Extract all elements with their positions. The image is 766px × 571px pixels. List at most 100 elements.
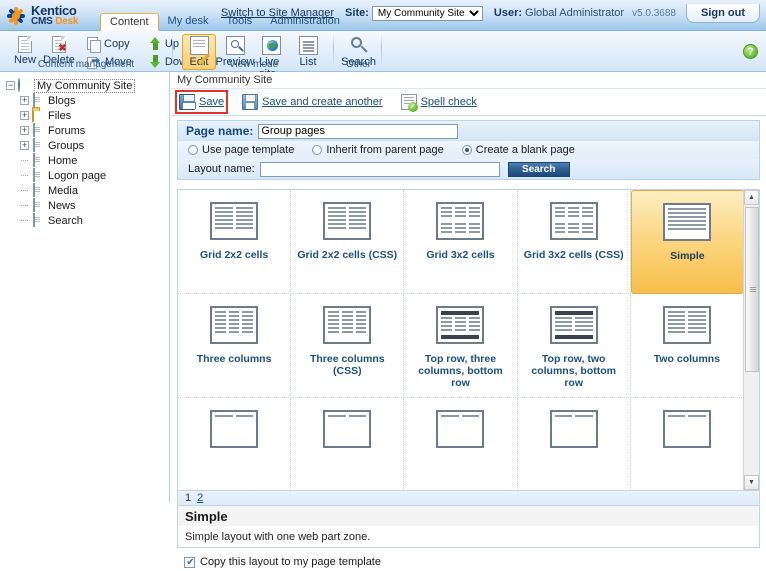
layout-search-button[interactable]: Search [508, 162, 570, 177]
ribbon-group-other: Search Other [336, 32, 381, 71]
save-and-create-another-label: Save and create another [262, 96, 382, 108]
layout-gallery: Grid 2x2 cells Grid 2x2 cells (CSS) [177, 189, 760, 491]
pager-page-2[interactable]: 2 [197, 492, 203, 504]
radio-label: Inherit from parent page [326, 144, 443, 156]
page-icon [32, 154, 45, 167]
tree-expand-toggle[interactable]: + [20, 111, 29, 120]
radio-use-page-template[interactable]: Use page template [188, 144, 294, 156]
ribbon-group-content-management: New ✖ Delete Copy Move Up [2, 32, 170, 71]
scroll-down-arrow-icon[interactable]: ▼ [744, 475, 759, 490]
header-right-area: Switch to Site Manager Site: My Communit… [221, 3, 766, 23]
live-site-icon [262, 36, 281, 55]
tab-my-desk[interactable]: My desk [159, 13, 218, 31]
save-and-create-another-button[interactable]: Save and create another [240, 92, 384, 112]
tree-expand-toggle[interactable]: + [20, 96, 29, 105]
tree-leaf-connector [20, 186, 29, 195]
layout-tile-three-columns[interactable]: Three columns [178, 294, 291, 398]
layout-thumbnail [210, 202, 258, 240]
ribbon-separator-1 [172, 34, 173, 68]
layout-name-input[interactable] [260, 162, 500, 177]
list-icon [299, 36, 318, 55]
layout-tile-label: Three columns (CSS) [292, 353, 402, 377]
sign-out-button[interactable]: Sign out [686, 4, 760, 23]
layout-name-label: Layout name: [188, 163, 255, 175]
layout-tile-label: Grid 2x2 cells [196, 249, 272, 261]
help-icon[interactable]: ? [743, 44, 758, 59]
site-select[interactable]: My Community Site [372, 6, 483, 21]
layout-tile-partial-3[interactable] [404, 398, 517, 490]
ribbon-toolbar: New ✖ Delete Copy Move Up [0, 31, 766, 72]
ribbon-separator-3 [381, 34, 382, 68]
tree-node-groups[interactable]: + Groups [4, 138, 169, 153]
page-icon [32, 169, 45, 182]
page-icon [32, 124, 45, 137]
layout-tile-simple[interactable]: Simple [631, 190, 744, 294]
body-area: − My Community Site + Blogs + Files + Fo… [0, 72, 766, 502]
tree-node-news[interactable]: News [4, 198, 169, 213]
kentico-star-icon [6, 6, 26, 26]
page-name-input[interactable] [258, 124, 458, 139]
tree-node-label: Groups [48, 140, 84, 152]
app-logo: Kentico CMS Desk [0, 0, 96, 31]
ribbon-group-view-mode: Edit Preview Live site List View mode [176, 32, 331, 71]
layout-thumbnail [550, 306, 598, 344]
tree-node-my-community-site[interactable]: − My Community Site [4, 78, 169, 93]
layout-tile-partial-5[interactable] [631, 398, 744, 490]
copy-layout-checkbox[interactable] [184, 557, 195, 568]
content-tree: − My Community Site + Blogs + Files + Fo… [0, 72, 169, 228]
page-icon [32, 94, 45, 107]
tab-content[interactable]: Content [100, 13, 159, 31]
switch-to-site-manager-link[interactable]: Switch to Site Manager [221, 7, 334, 19]
scrollbar-thumb[interactable] [745, 207, 759, 372]
tree-node-label: Files [48, 110, 71, 122]
layout-gallery-scrollbar[interactable]: ▲ ▼ [743, 190, 759, 490]
scroll-up-arrow-icon[interactable]: ▲ [744, 190, 759, 205]
tree-expand-toggle[interactable]: + [20, 126, 29, 135]
page-name-label: Page name: [186, 124, 253, 138]
copy-button[interactable]: Copy [82, 35, 137, 53]
globe-icon [18, 79, 31, 92]
spell-check-button[interactable]: Spell check [399, 92, 479, 112]
layout-tile-label: Top row, three columns, bottom row [405, 353, 515, 389]
layout-tile-grid-3x2-cells[interactable]: Grid 3x2 cells [404, 190, 517, 294]
layout-tile-top-row-three-columns-bottom-row[interactable]: Top row, three columns, bottom row [404, 294, 517, 398]
tree-node-media[interactable]: Media [4, 183, 169, 198]
tree-node-files[interactable]: + Files [4, 108, 169, 123]
delete-document-icon: ✖ [52, 36, 66, 53]
ribbon-group-title-view-mode: View mode [176, 59, 331, 70]
tree-leaf-connector [20, 171, 29, 180]
ribbon-group-title-other: Other [336, 59, 381, 70]
layout-tile-two-columns[interactable]: Two columns [631, 294, 744, 398]
layout-thumbnail-selected [663, 203, 711, 241]
ribbon-group-title-content-management: Content management [2, 59, 170, 70]
layout-thumbnail [550, 410, 598, 448]
layout-tile-three-columns-css[interactable]: Three columns (CSS) [291, 294, 404, 398]
layout-tile-grid-3x2-cells-css[interactable]: Grid 3x2 cells (CSS) [518, 190, 631, 294]
tree-node-search[interactable]: Search [4, 213, 169, 228]
radio-indicator-selected [462, 145, 472, 155]
layout-tile-partial-2[interactable] [291, 398, 404, 490]
tree-node-home[interactable]: Home [4, 153, 169, 168]
radio-create-a-blank-page[interactable]: Create a blank page [462, 144, 575, 156]
save-button[interactable]: Save [177, 92, 226, 112]
tree-node-forums[interactable]: + Forums [4, 123, 169, 138]
layout-thumbnail [210, 410, 258, 448]
page-name-row: Page name: [177, 120, 760, 141]
page-icon [32, 139, 45, 152]
layout-tile-partial-1[interactable] [178, 398, 291, 490]
tree-collapse-toggle[interactable]: − [6, 81, 15, 90]
tree-node-blogs[interactable]: + Blogs [4, 93, 169, 108]
preview-icon [226, 36, 245, 55]
layout-tile-top-row-two-columns-bottom-row[interactable]: Top row, two columns, bottom row [518, 294, 631, 398]
tree-node-logon-page[interactable]: Logon page [4, 168, 169, 183]
radio-inherit-from-parent-page[interactable]: Inherit from parent page [312, 144, 443, 156]
layout-thumbnail [436, 410, 484, 448]
pager-page-1: 1 [185, 492, 191, 504]
layout-tile-grid-2x2-cells-css[interactable]: Grid 2x2 cells (CSS) [291, 190, 404, 294]
new-document-icon [18, 36, 32, 53]
layout-tile-partial-4[interactable] [518, 398, 631, 490]
tree-expand-toggle[interactable]: + [20, 141, 29, 150]
layout-tile-label: Top row, two columns, bottom row [519, 353, 629, 389]
layout-tile-grid-2x2-cells[interactable]: Grid 2x2 cells [178, 190, 291, 294]
tree-node-label: News [48, 200, 76, 212]
